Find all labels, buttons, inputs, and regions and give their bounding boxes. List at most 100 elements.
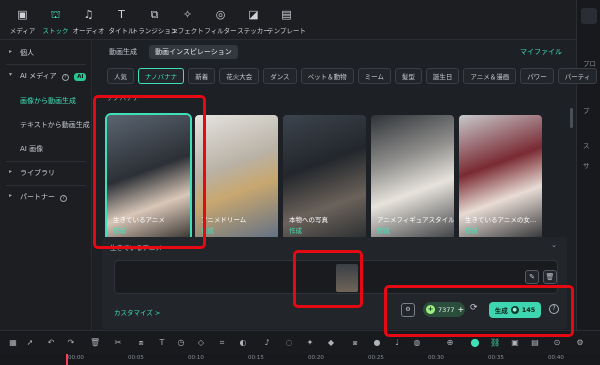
category-chip[interactable]: ダンス: [263, 68, 297, 84]
category-chip[interactable]: 新着: [188, 68, 216, 84]
crop-icon[interactable]: ⌗: [217, 338, 227, 348]
mic-icon[interactable]: ♩: [392, 338, 402, 348]
color-icon[interactable]: ◐: [238, 338, 248, 348]
marker-icon[interactable]: ◇: [196, 338, 206, 348]
delete-icon[interactable]: 🗑: [90, 338, 100, 348]
customize-link[interactable]: カスタマイズ >: [114, 307, 160, 317]
category-chip[interactable]: パーティ: [557, 68, 598, 84]
toolbar-effect[interactable]: ✧ エフェクト: [171, 0, 204, 40]
edit-icon[interactable]: ✎: [525, 270, 539, 284]
ai-toggle-icon[interactable]: ⬤: [470, 338, 480, 348]
template-card[interactable]: アニメドリーム 作成: [195, 115, 278, 240]
create-button[interactable]: 作成: [465, 225, 478, 235]
right-panel-label: プ: [583, 107, 590, 115]
toolbar-media[interactable]: ▣ メディア: [6, 0, 39, 40]
category-chip[interactable]: ペット＆動物: [300, 68, 354, 84]
create-button[interactable]: 作成: [377, 225, 390, 235]
effect-icon[interactable]: ✦: [305, 338, 315, 348]
zoom-icon[interactable]: ⊙: [552, 338, 562, 348]
scrollbar[interactable]: [570, 108, 573, 128]
cut-icon[interactable]: ✂: [113, 338, 123, 348]
category-chip[interactable]: 誕生日: [425, 68, 460, 84]
pointer-icon[interactable]: ➚: [25, 338, 35, 348]
create-button[interactable]: 作成: [201, 225, 214, 235]
tab-video-generation[interactable]: 動画生成: [103, 45, 143, 59]
toolbar-filter[interactable]: ◎ フィルター: [204, 0, 237, 40]
title-icon: T: [118, 8, 125, 21]
template-card[interactable]: 生きているアニメ 作成: [105, 113, 192, 242]
timeline-ruler[interactable]: 00:00 00:05 00:10 00:15 00:20 00:25 00:30 00:35…: [0, 354, 600, 365]
template-title: 本物への写真: [289, 216, 328, 224]
voice-icon[interactable]: ◍: [412, 338, 422, 348]
category-chip[interactable]: ミーム: [357, 68, 391, 84]
toolbar-transition[interactable]: ⧉ トランジション: [132, 0, 178, 40]
toolbar-sticker[interactable]: ◪ ステッカー: [237, 0, 270, 40]
snap-icon[interactable]: ⊕: [445, 338, 455, 348]
category-chip[interactable]: 髪型: [394, 68, 422, 84]
undo-icon[interactable]: ↶: [46, 338, 56, 348]
template-title: アニメドリーム: [201, 216, 247, 224]
link-icon[interactable]: ⛓: [490, 338, 500, 348]
credits-badge[interactable]: + 7377 +: [423, 302, 465, 317]
composer-heading: 生きているアニメ: [110, 244, 162, 252]
toolbar-label: テンプレート: [267, 27, 306, 35]
template-card[interactable]: 生きているアニメの女… 作成: [459, 115, 542, 240]
transition-icon: ⧉: [150, 8, 159, 21]
help-icon[interactable]: ?: [549, 304, 559, 314]
reference-thumbnail[interactable]: [336, 264, 358, 292]
chevron-down-icon: ▾: [9, 71, 13, 78]
sidebar-item-ai-image[interactable]: AI 画像: [20, 144, 43, 154]
refresh-icon[interactable]: ⟳: [470, 303, 478, 313]
redo-icon[interactable]: ↷: [66, 338, 76, 348]
scene-icon[interactable]: ▣: [510, 338, 520, 348]
category-chip[interactable]: 花火大会: [219, 68, 260, 84]
toolbar-label: エフェクト: [171, 27, 204, 35]
category-chip[interactable]: 人気: [107, 68, 134, 84]
grid-icon[interactable]: ▦: [8, 338, 18, 348]
toolbar-stock[interactable]: ⛫ ストック: [39, 0, 72, 40]
delete-icon[interactable]: 🗑: [543, 270, 557, 284]
sidebar-item-image-to-video[interactable]: 画像から動画生成: [20, 96, 76, 106]
speed-icon[interactable]: ◷: [176, 338, 186, 348]
right-panel-tab[interactable]: [581, 8, 597, 24]
toolbar-music[interactable]: ♫ オーディオ: [72, 0, 105, 40]
keyframe-icon[interactable]: ◆: [326, 338, 336, 348]
my-files-link[interactable]: マイファイル: [520, 47, 562, 57]
category-chips: 人気 ナノバナナ 新着 花火大会 ダンス ペット＆動物 ミーム 髪型 誕生日 アニメ＆漫画 パワーパ…: [107, 68, 598, 84]
sidebar: ▸ 個人 ▾ AI メディア ? AI 画像から動画生成 テキストから動画生成 …: [0, 40, 92, 330]
chevron-right-icon: ▸: [9, 168, 13, 175]
caption-icon[interactable]: ▤: [530, 338, 540, 348]
chevron-down-icon[interactable]: ⌄: [551, 241, 557, 249]
settings-icon[interactable]: ⚙: [401, 303, 415, 317]
timeline-tick-label: 00:00: [68, 355, 84, 361]
tab-video-inspiration[interactable]: 動画インスピレーション: [149, 45, 238, 59]
sidebar-item-text-to-video[interactable]: テキストから動画生成: [20, 120, 90, 130]
subtabs: 動画生成 動画インスピレーション: [103, 44, 238, 60]
generate-button[interactable]: 生成 ● 145: [489, 302, 541, 318]
timeline-tick-label: 00:25: [368, 355, 384, 361]
help-icon[interactable]: ?: [61, 74, 69, 81]
audio-icon[interactable]: ♪: [262, 338, 272, 348]
toolbar-template[interactable]: ▤ テンプレート: [267, 0, 306, 40]
coin-icon: +: [426, 305, 435, 314]
template-card[interactable]: 本物への写真 作成: [283, 115, 366, 240]
toolbar-label: ステッカー: [237, 27, 270, 35]
ai-tools-icon[interactable]: ⧆: [350, 338, 360, 348]
category-chip[interactable]: ナノバナナ: [138, 68, 185, 84]
add-credits-icon[interactable]: +: [458, 305, 465, 314]
help-icon[interactable]: ?: [60, 195, 68, 202]
credit-coin-icon: ●: [510, 306, 519, 314]
split-icon[interactable]: ⧈: [136, 338, 146, 348]
create-button[interactable]: 作成: [113, 225, 126, 235]
credits-value: 7377: [438, 305, 455, 314]
category-chip[interactable]: アニメ＆漫画: [463, 68, 517, 84]
category-chip[interactable]: パワー: [520, 68, 554, 84]
playhead[interactable]: [66, 354, 68, 365]
record-icon[interactable]: ●: [372, 338, 382, 348]
mask-icon[interactable]: ◌: [284, 338, 294, 348]
text-icon[interactable]: T: [157, 338, 167, 348]
reference-image-box[interactable]: ✎ 🗑: [114, 260, 558, 294]
template-card[interactable]: アニメフィギュアスタイル 作成: [371, 115, 454, 240]
settings-icon[interactable]: ⚙: [575, 338, 585, 348]
create-button[interactable]: 作成: [289, 225, 302, 235]
